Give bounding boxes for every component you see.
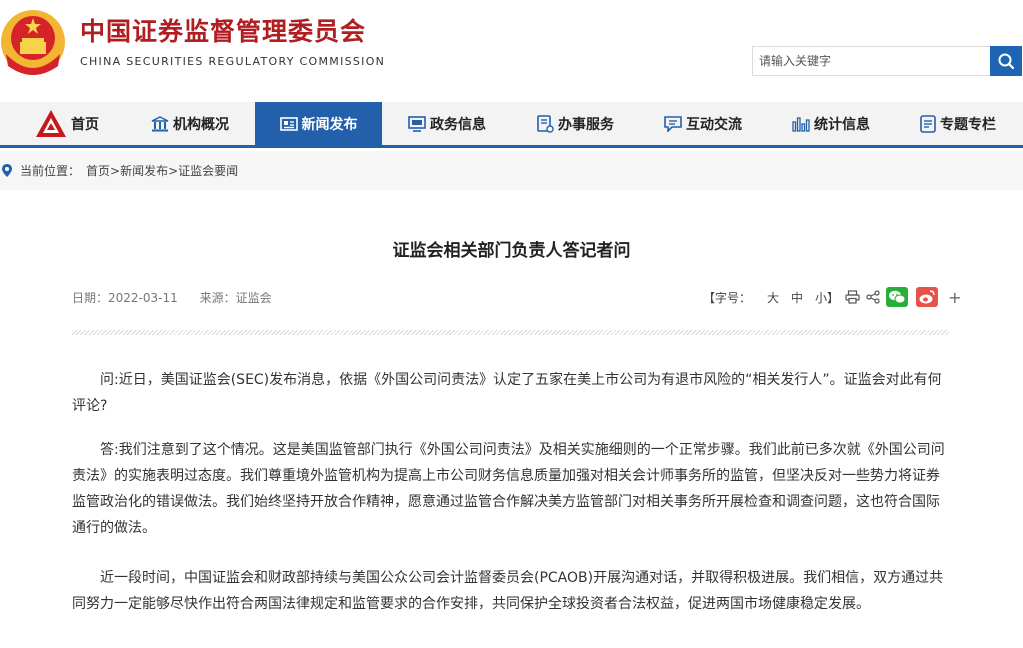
share-icon[interactable] xyxy=(866,290,880,304)
nav-item-government-info[interactable]: 政务信息 xyxy=(392,102,502,145)
nav-label-news: 新闻发布 xyxy=(301,116,358,133)
article-paragraph: 答:我们注意到了这个情况。这是美国监管部门执行《外国公司问责法》及相关实施细则的… xyxy=(72,442,945,536)
wechat-share-icon[interactable] xyxy=(886,287,909,307)
nav-item-news[interactable]: 新闻发布 xyxy=(255,102,382,145)
article-title: 证监会相关部门负责人答记者问 xyxy=(392,241,631,261)
breadcrumb-separator: > xyxy=(110,163,121,178)
news-icon xyxy=(279,116,298,132)
site-title-cn: 中国证券监督管理委员会 xyxy=(80,17,367,46)
bar-chart-icon xyxy=(792,116,810,132)
monitor-icon xyxy=(408,115,426,132)
nav-item-interaction[interactable]: 互动交流 xyxy=(648,102,758,145)
breadcrumb-home-link[interactable]: 首页 xyxy=(86,162,110,179)
font-size-small-button[interactable]: 小】 xyxy=(815,289,839,306)
nav-item-special-topics[interactable]: 专题专栏 xyxy=(903,102,1013,145)
location-pin-icon xyxy=(2,164,12,177)
nav-label-institution: 机构概况 xyxy=(173,116,229,133)
nav-label-statistics: 统计信息 xyxy=(814,116,870,133)
search-icon xyxy=(998,53,1015,70)
nav-item-institution[interactable]: 机构概况 xyxy=(135,102,245,145)
article-paragraph: 近一段时间，中国证监会和财政部持续与美国公众公司会计监督委员会(PCAOB)开展… xyxy=(72,570,944,612)
nav-label-government-info: 政务信息 xyxy=(430,116,486,133)
nav-label-home: 首页 xyxy=(71,116,99,133)
breadcrumb-prefix: 当前位置： xyxy=(20,164,81,178)
search-input[interactable] xyxy=(752,46,990,76)
more-share-button[interactable]: + xyxy=(948,288,961,307)
site-title-en: CHINA SECURITIES REGULATORY COMMISSION xyxy=(80,55,386,68)
article-meta: 日期：2022-03-11 来源：证监会 xyxy=(72,289,290,306)
nav-label-special-topics: 专题专栏 xyxy=(940,116,996,133)
meta-divider xyxy=(72,330,949,335)
breadcrumb: 当前位置： 首页 > 新闻发布 > 证监会要闻 xyxy=(0,151,1023,190)
site-header: 中国证券监督管理委员会 CHINA SECURITIES REGULATORY … xyxy=(0,0,1023,102)
breadcrumb-csrc-news-link[interactable]: 证监会要闻 xyxy=(178,162,238,179)
article-date: 日期：2022-03-11 xyxy=(72,291,178,305)
font-size-medium-button[interactable]: 中 xyxy=(791,289,803,306)
breadcrumb-separator: > xyxy=(168,163,179,178)
institution-icon xyxy=(151,115,169,132)
article-tools: 【字号： 大 中 小】 + xyxy=(703,287,961,307)
nav-label-services: 办事服务 xyxy=(558,116,614,133)
article-source: 来源：证监会 xyxy=(199,291,272,305)
print-icon[interactable] xyxy=(845,290,860,304)
nav-item-statistics[interactable]: 统计信息 xyxy=(776,102,886,145)
breadcrumb-news-link[interactable]: 新闻发布 xyxy=(120,162,168,179)
document-icon xyxy=(920,114,936,133)
nav-label-interaction: 互动交流 xyxy=(686,116,742,133)
main-nav: 首页 机构概况 新闻发布 政务信息 办事服务 互动交流 统计信息 专题专栏 xyxy=(0,102,1023,148)
weibo-share-icon[interactable] xyxy=(916,287,939,307)
service-icon xyxy=(536,114,554,133)
article-paragraph: 问:近日，美国证监会(SEC)发布消息，依据《外国公司问责法》认定了五家在美上市… xyxy=(72,372,942,414)
search-button[interactable] xyxy=(990,46,1022,76)
nav-item-services[interactable]: 办事服务 xyxy=(520,102,630,145)
home-logo-icon xyxy=(35,109,67,139)
nav-item-home[interactable]: 首页 xyxy=(22,102,112,145)
chat-icon xyxy=(664,115,682,132)
font-size-label: 【字号： xyxy=(703,290,752,305)
national-emblem-icon xyxy=(1,10,65,75)
font-size-large-button[interactable]: 大 xyxy=(767,289,779,306)
search-box xyxy=(752,46,1022,76)
